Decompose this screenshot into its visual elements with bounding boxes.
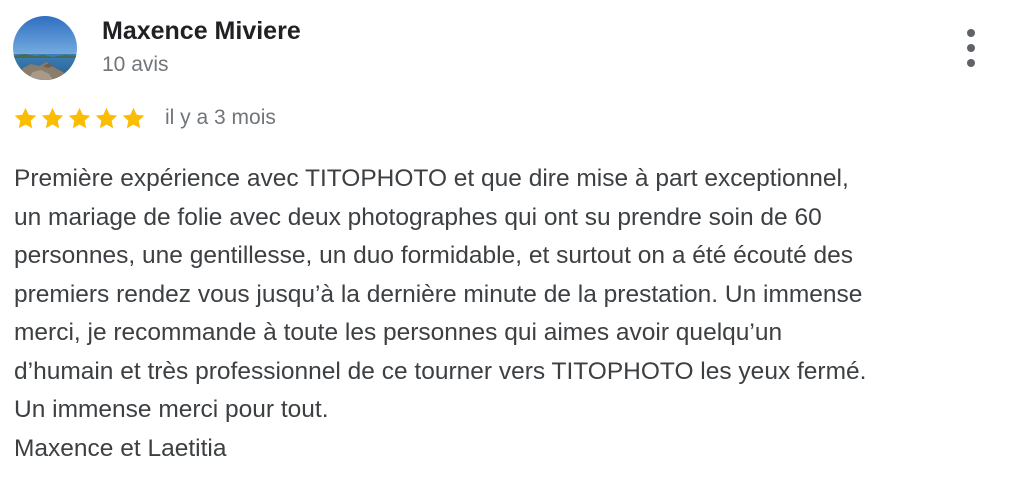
review-text: Première expérience avec TITOPHOTO et qu…: [14, 160, 1004, 468]
review-card: Maxence Miviere 10 avis il y a 3 mois Pr…: [0, 0, 1010, 482]
review-text-line: merci, je recommande à toute les personn…: [14, 319, 783, 346]
more-vertical-icon: [967, 29, 975, 37]
more-vertical-icon-dot: [967, 59, 975, 67]
reviewer-review-count: 10 avis: [102, 53, 169, 76]
star-icon: [13, 106, 38, 131]
review-text-line: Un immense merci pour tout.: [14, 396, 329, 423]
star-icon: [67, 106, 92, 131]
landscape-photo-avatar-icon: [13, 16, 77, 80]
review-text-line: personnes, une gentillesse, un duo formi…: [14, 242, 854, 269]
star-icon: [40, 106, 65, 131]
review-text-line: d’humain et très professionnel de ce tou…: [14, 357, 867, 385]
reviewer-name[interactable]: Maxence Miviere: [102, 17, 301, 46]
review-text-line: un mariage de folie avec deux photograph…: [14, 203, 822, 231]
star-icon: [94, 106, 119, 131]
more-options-button[interactable]: [952, 26, 990, 70]
review-date: il y a 3 mois: [165, 106, 276, 129]
star-rating: [13, 104, 148, 132]
review-text-line: Maxence et Laetitia: [14, 434, 227, 462]
more-vertical-icon-dot: [967, 44, 975, 52]
review-text-line: premiers rendez vous jusqu’à la dernière…: [14, 280, 863, 308]
reviewer-avatar[interactable]: [13, 16, 77, 80]
star-icon: [121, 106, 146, 131]
review-text-line: Première expérience avec TITOPHOTO et qu…: [14, 165, 849, 192]
